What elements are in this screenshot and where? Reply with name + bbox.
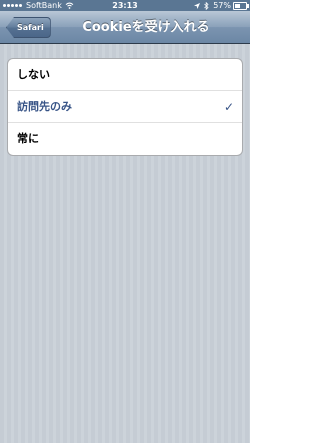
option-label: 訪問先のみ	[17, 100, 72, 113]
settings-screen: SoftBank 23:13 57% Safari Cookieを受け入れる し…	[0, 0, 250, 443]
option-label: 常に	[17, 132, 39, 145]
option-never[interactable]: しない	[8, 59, 242, 91]
cookie-options-list: しない 訪問先のみ ✓ 常に	[7, 58, 243, 156]
option-always[interactable]: 常に	[8, 123, 242, 155]
option-label: しない	[17, 68, 50, 81]
battery-icon	[233, 1, 249, 10]
navigation-bar: Safari Cookieを受け入れる	[0, 11, 250, 44]
option-visited-only[interactable]: 訪問先のみ ✓	[8, 91, 242, 123]
location-arrow-icon	[194, 2, 201, 9]
status-right-group: 57%	[194, 0, 249, 11]
page-title: Cookieを受け入れる	[82, 20, 210, 35]
back-button[interactable]: Safari	[6, 17, 51, 38]
battery-percentage: 57%	[213, 1, 231, 10]
status-bar: SoftBank 23:13 57%	[0, 0, 250, 11]
checkmark-icon: ✓	[223, 100, 234, 114]
bluetooth-icon	[204, 1, 209, 10]
